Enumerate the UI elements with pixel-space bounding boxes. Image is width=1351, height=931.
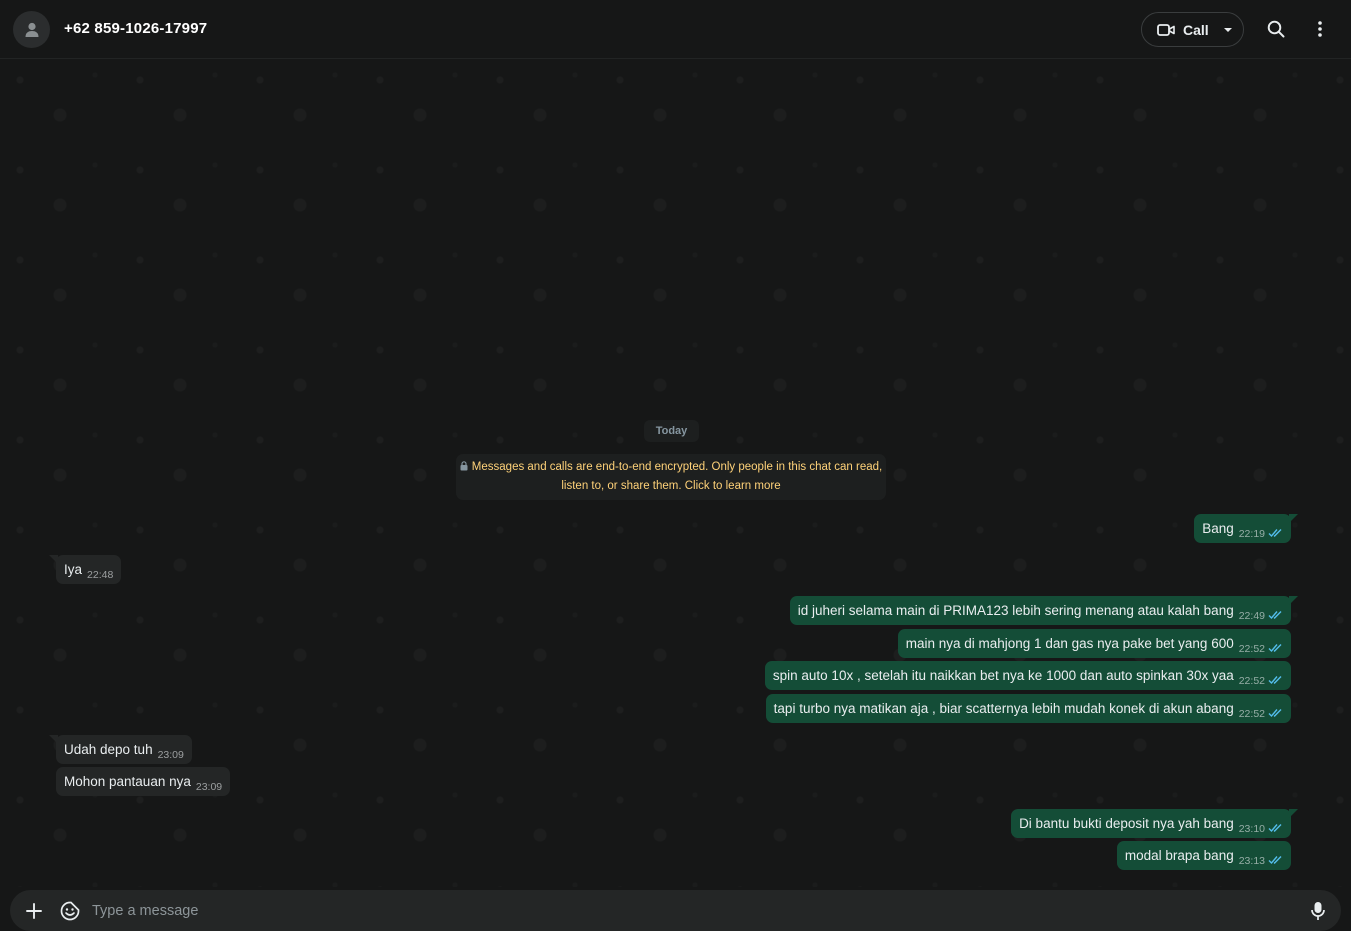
contact-name[interactable]: +62 859-1026-17997 [64,20,207,37]
call-button[interactable]: Call [1141,12,1244,47]
message-time: 22:19 [1238,528,1265,540]
encryption-notice-text1: Messages and calls are end-to-end encryp… [471,461,883,473]
message-text: Bang [1202,521,1234,536]
bubble-tail [49,735,58,744]
message-incoming[interactable]: Udah depo tuh 23:09 [49,735,192,764]
message-time: 22:52 [1238,643,1265,655]
message-input[interactable] [92,890,1292,931]
search-icon [1267,20,1285,38]
bubble-tail [49,555,58,564]
message-text: Udah depo tuh [64,742,153,757]
date-divider: Today [644,420,699,442]
lock-icon [460,461,468,471]
read-ticks-icon [1268,856,1282,865]
message-time: 22:48 [87,569,114,581]
plus-icon [26,903,42,919]
encryption-notice-line1: Messages and calls are end-to-end encryp… [456,458,886,477]
message-text: tapi turbo nya matikan aja , biar scatte… [773,701,1234,716]
message-time: 23:10 [1238,823,1265,835]
message-time: 23:13 [1238,855,1265,867]
chat-header: +62 859-1026-17997 Call [0,0,1351,59]
emoji-button[interactable] [59,900,81,922]
message-incoming[interactable]: Mohon pantauan nya 23:09 [56,767,231,796]
message-outgoing[interactable]: Bang 22:19 [1194,514,1298,543]
message-incoming[interactable]: Iya 22:48 [49,555,122,584]
voice-message-button[interactable] [1307,900,1329,922]
read-ticks-icon [1268,529,1282,538]
avatar[interactable] [13,11,50,48]
encryption-notice-line2: listen to, or share them. Click to learn… [561,480,781,492]
bubble-tail [1289,809,1298,818]
message-text: spin auto 10x , setelah itu naikkan bet … [772,668,1234,683]
bubble-tail [1289,596,1298,605]
message-outgoing[interactable]: tapi turbo nya matikan aja , biar scatte… [765,694,1291,723]
microphone-icon [1311,902,1325,920]
message-outgoing[interactable]: Di bantu bukti deposit nya yah bang 23:10 [1011,809,1298,838]
message-time: 22:52 [1238,675,1265,687]
message-text: main nya di mahjong 1 dan gas nya pake b… [905,636,1234,651]
call-label: Call [1183,21,1209,38]
encryption-notice[interactable]: Messages and calls are end-to-end encryp… [456,454,886,500]
message-outgoing[interactable]: main nya di mahjong 1 dan gas nya pake b… [897,629,1291,658]
default-avatar-icon [25,22,38,37]
message-time: 22:49 [1238,610,1265,622]
chevron-down-icon [1223,27,1232,32]
message-text: Iya [64,562,83,577]
video-camera-icon [1157,23,1175,36]
read-ticks-icon [1268,709,1282,718]
message-text: Di bantu bukti deposit nya yah bang [1019,816,1234,831]
read-ticks-icon [1268,824,1282,833]
message-time: 23:09 [195,781,223,793]
read-ticks-icon [1268,611,1282,620]
message-outgoing[interactable]: modal brapa bang 23:13 [1116,841,1291,870]
attach-button[interactable] [23,900,45,922]
sticker-smiley-icon [60,901,80,921]
message-text: modal brapa bang [1124,848,1234,863]
bubble-tail [1289,514,1298,523]
message-composer [10,890,1341,931]
chat-scrollbar[interactable] [1346,62,1350,880]
read-ticks-icon [1268,676,1282,685]
search-button[interactable] [1265,18,1287,40]
message-outgoing[interactable]: spin auto 10x , setelah itu naikkan bet … [764,661,1291,690]
more-vertical-icon [1318,21,1322,37]
message-outgoing[interactable]: id juheri selama main di PRIMA123 lebih … [789,596,1298,625]
message-text: Mohon pantauan nya [64,774,191,789]
message-text: id juheri selama main di PRIMA123 lebih … [797,603,1234,618]
read-ticks-icon [1268,644,1282,653]
menu-button[interactable] [1309,18,1331,40]
message-time: 22:52 [1238,708,1265,720]
message-time: 23:09 [157,749,184,761]
